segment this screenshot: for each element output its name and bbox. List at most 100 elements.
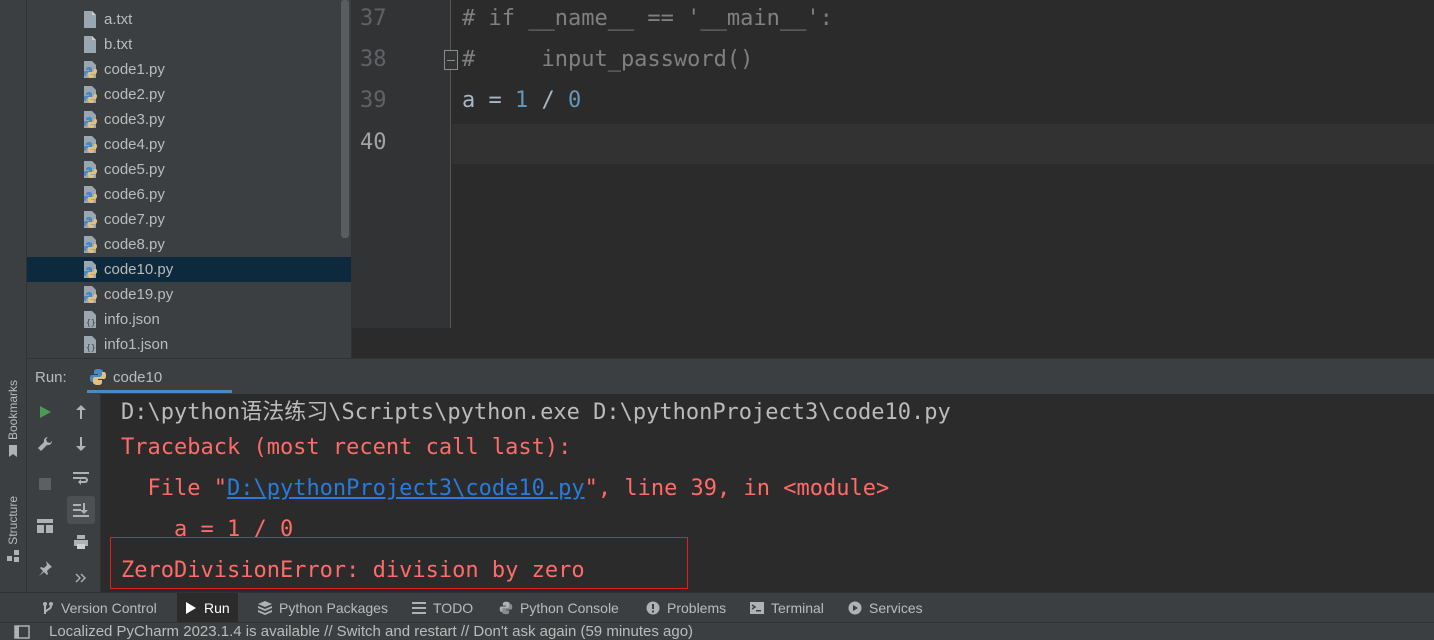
stop-button[interactable] — [31, 470, 59, 498]
soft-wrap-button[interactable] — [67, 464, 95, 492]
layout-button[interactable] — [31, 512, 59, 540]
project-file-item[interactable]: code2.py — [27, 82, 351, 107]
printer-icon — [74, 535, 88, 549]
project-file-item[interactable]: b.txt — [27, 32, 351, 57]
scroll-to-end-button[interactable] — [67, 496, 95, 524]
line-number: 38 — [360, 47, 387, 72]
project-file-name: info.json — [104, 311, 160, 328]
bookmark-icon — [9, 445, 17, 458]
project-file-name: code19.py — [104, 286, 174, 303]
rerun-button[interactable] — [31, 398, 59, 426]
python-file-icon — [82, 111, 98, 128]
layout-icon — [37, 519, 53, 533]
project-file-item[interactable]: {} info1.json — [27, 332, 351, 357]
python-file-icon — [82, 236, 98, 253]
tab-services[interactable]: Services — [840, 593, 931, 623]
tab-label: Python Packages — [279, 600, 388, 616]
code-token: 0 — [568, 88, 582, 113]
more-actions-button[interactable] — [67, 564, 95, 592]
python-file-icon — [82, 211, 98, 228]
project-file-name: code4.py — [104, 136, 165, 153]
bookmarks-tab[interactable]: Bookmarks — [3, 380, 23, 458]
text-file-icon — [82, 36, 98, 53]
tab-label: Services — [869, 600, 923, 616]
project-file-item[interactable]: code6.py — [27, 182, 351, 207]
project-file-name: code10.py — [104, 261, 174, 278]
print-button[interactable] — [67, 528, 95, 556]
python-file-icon — [82, 286, 98, 303]
project-file-name: code3.py — [104, 111, 165, 128]
structure-tab-label: Structure — [6, 496, 20, 545]
edit-configuration-button[interactable] — [31, 430, 59, 458]
double-chevron-icon — [75, 573, 86, 583]
wrap-icon — [73, 472, 89, 485]
svg-text:{}: {} — [86, 318, 96, 327]
console-traceback-file-line: File "D:\pythonProject3\code10.py", line… — [121, 476, 889, 501]
tab-todo[interactable]: TODO — [404, 593, 481, 623]
code-token: / — [528, 88, 568, 113]
tab-label: Problems — [667, 600, 727, 616]
structure-tab[interactable]: Structure — [3, 496, 23, 563]
fold-marker-icon[interactable] — [444, 50, 458, 70]
project-file-name: code2.py — [104, 86, 165, 103]
console-text: ", line 39, in <module> — [584, 476, 890, 501]
run-label: Run: — [35, 369, 67, 386]
run-console[interactable]: D:\python语法练习\Scripts\python.exe D:\pyth… — [102, 394, 1434, 592]
run-toolbar-secondary — [63, 394, 101, 592]
stop-icon — [39, 478, 51, 490]
tab-python-console[interactable]: Python Console — [491, 593, 627, 623]
python-file-icon — [82, 61, 98, 78]
run-icon — [186, 602, 196, 614]
run-tab-underline — [87, 390, 232, 393]
console-command-line: D:\python语法练习\Scripts\python.exe D:\pyth… — [121, 400, 951, 425]
console-error-message: ZeroDivisionError: division by zero — [121, 558, 585, 583]
tab-terminal[interactable]: Terminal — [742, 593, 832, 623]
project-file-name: b.txt — [104, 36, 133, 53]
left-tool-strip: Bookmarks Structure — [0, 0, 27, 592]
status-bar: Localized PyCharm 2023.1.4 is available … — [0, 622, 1434, 640]
line-number: 39 — [360, 88, 387, 113]
tab-version-control[interactable]: Version Control — [34, 593, 165, 623]
pin-tab-button[interactable] — [31, 554, 59, 582]
project-file-item[interactable]: code4.py — [27, 132, 351, 157]
project-file-item[interactable]: code1.py — [27, 57, 351, 82]
tab-python-packages[interactable]: Python Packages — [250, 593, 396, 623]
scroll-up-button[interactable] — [67, 398, 95, 426]
project-file-name: code5.py — [104, 161, 165, 178]
pin-icon — [39, 561, 52, 576]
project-tree-scrollbar[interactable] — [341, 0, 349, 238]
scroll-down-button[interactable] — [67, 430, 95, 458]
code-line-37: # if __name__ == '__main__': — [462, 6, 833, 31]
code-line-39: a = 1 / 0 — [462, 88, 581, 113]
wrench-icon — [38, 436, 53, 451]
tab-label: TODO — [433, 600, 474, 616]
version-control-icon — [43, 602, 53, 614]
problems-icon — [646, 601, 660, 615]
project-file-item[interactable]: {} info.json — [27, 307, 351, 332]
python-file-icon — [82, 186, 98, 203]
project-file-item[interactable]: code3.py — [27, 107, 351, 132]
project-file-item[interactable]: code7.py — [27, 207, 351, 232]
python-packages-icon — [258, 601, 272, 615]
python-icon — [90, 369, 106, 385]
code-token: a — [462, 88, 476, 113]
window-icon[interactable] — [14, 625, 30, 639]
play-icon — [40, 406, 51, 418]
python-file-icon — [82, 136, 98, 153]
line-number: 37 — [360, 6, 387, 31]
tab-problems[interactable]: Problems — [638, 593, 734, 623]
status-message[interactable]: Localized PyCharm 2023.1.4 is available … — [49, 623, 693, 640]
code-token: 1 — [515, 88, 529, 113]
project-file-item[interactable]: code8.py — [27, 232, 351, 257]
project-file-item[interactable]: code10.py — [27, 257, 351, 282]
tab-label: Python Console — [520, 600, 619, 616]
project-file-item[interactable]: a.txt — [27, 7, 351, 32]
tab-run[interactable]: Run — [177, 593, 238, 623]
project-file-item[interactable]: code19.py — [27, 282, 351, 307]
code-editor[interactable]: 37 38 39 40 # if __name__ == '__main__':… — [351, 0, 1434, 328]
run-tab-label: code10 — [113, 368, 163, 386]
run-panel-header: Run: code10 — [27, 358, 1434, 394]
project-file-item[interactable]: code5.py — [27, 157, 351, 182]
code-line-38: # input_password() — [462, 47, 754, 72]
file-path-link[interactable]: D:\pythonProject3\code10.py — [227, 476, 585, 501]
